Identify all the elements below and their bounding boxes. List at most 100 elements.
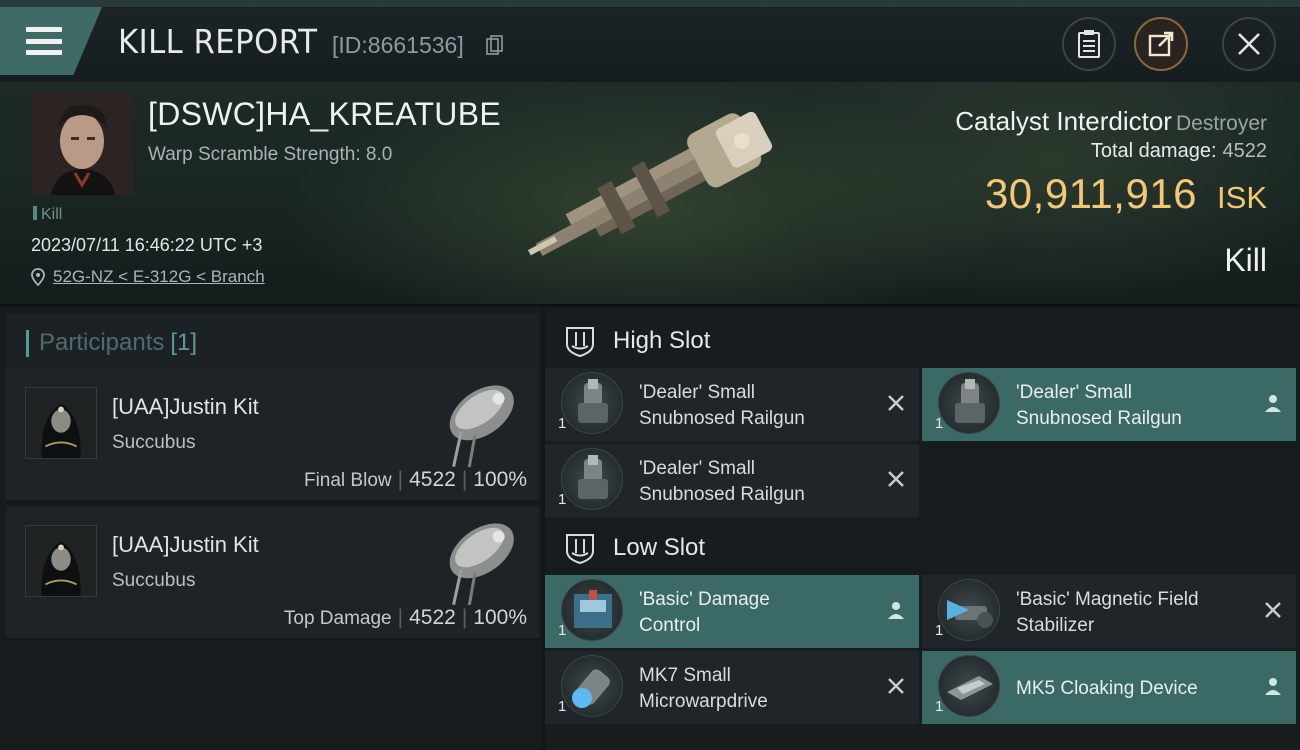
ship-class: Destroyer [1175, 112, 1267, 135]
share-icon [1148, 31, 1174, 57]
top-strip [0, 0, 1300, 7]
microwarpdrive-icon [561, 655, 623, 717]
participant-avatar [25, 387, 97, 459]
module-low-1[interactable]: 1 'Basic' Damage Control [545, 575, 919, 648]
module-quantity: 1 [935, 698, 944, 715]
participant-percent: 100% [473, 606, 527, 629]
participant-ship: Succubus [112, 432, 196, 453]
damage-control-icon [561, 579, 623, 641]
stat-separator: | [397, 468, 404, 491]
total-damage: Total damage: 4522 [1091, 140, 1267, 163]
module-name-line1: 'Basic' Magnetic Field [1016, 589, 1199, 610]
module-name-line2: Snubnosed Railgun [1016, 408, 1182, 429]
participants-label: Participants [39, 329, 165, 356]
stat-separator: | [397, 606, 404, 629]
module-name: 'Basic' Magnetic Field Stabilizer [1016, 587, 1246, 639]
fitting-panel: High Slot 1 'Dealer' Small Snubnosed Rail… [545, 308, 1300, 750]
page-title: KILL REPORT [118, 22, 318, 61]
participant-ship-image [449, 523, 514, 605]
participants-panel: Participants [1] [UAA]Justin Kit Succubus… [0, 308, 541, 750]
module-low-4[interactable]: 1 MK5 Cloaking Device [922, 651, 1296, 724]
module-quantity: 1 [558, 491, 567, 508]
module-low-3[interactable]: 1 MK7 Small Microwarpdrive [545, 651, 919, 724]
participant-card[interactable]: [UAA]Justin Kit Succubus Final Blow | 4522… [6, 368, 539, 502]
location-pin-icon [31, 268, 45, 286]
participant-damage: 4522 [409, 468, 456, 491]
railgun-icon [561, 448, 623, 510]
participant-role: Final Blow [303, 470, 392, 491]
high-slot-label: High Slot [613, 327, 711, 354]
railgun-icon [938, 372, 1000, 434]
module-name-line2: Snubnosed Railgun [639, 484, 805, 505]
module-name: MK7 Small Microwarpdrive [639, 663, 869, 715]
participants-header[interactable]: Participants [1] [6, 314, 539, 372]
participant-name[interactable]: [UAA]Justin Kit [112, 394, 259, 420]
module-name-line2: Microwarpdrive [639, 691, 768, 712]
participant-damage: 4522 [409, 606, 456, 629]
module-name-line1: 'Dealer' Small [639, 382, 756, 403]
destroyed-icon [1265, 602, 1281, 618]
clipboard-icon [1078, 30, 1100, 58]
total-damage-label: Total damage: [1090, 140, 1217, 162]
clipboard-button[interactable] [1062, 17, 1116, 71]
dropped-person-icon [1265, 678, 1281, 695]
module-high-3[interactable]: 1 'Dealer' Small Snubnosed Railgun [545, 444, 919, 517]
menu-button[interactable] [0, 7, 102, 75]
module-high-2[interactable]: 1 'Dealer' Small Snubnosed Railgun [922, 368, 1296, 441]
share-button[interactable] [1134, 17, 1188, 71]
destroyed-icon [888, 678, 904, 694]
module-name-line1: 'Basic' Damage [639, 589, 770, 610]
victim-portrait[interactable] [31, 93, 133, 195]
dropped-person-icon [1265, 395, 1281, 412]
victim-ship[interactable]: Catalyst Interdictor Destroyer [955, 106, 1267, 137]
module-name: 'Dealer' Small Snubnosed Railgun [1016, 380, 1246, 432]
hamburger-icon [26, 27, 62, 55]
module-name-line2: Control [639, 615, 701, 636]
victim-avatar [31, 93, 133, 195]
module-name: 'Dealer' Small Snubnosed Railgun [639, 456, 869, 508]
high-slot-icon [566, 327, 594, 358]
module-name-line2: Stabilizer [1016, 615, 1095, 636]
module-name-line1: 'Dealer' Small [639, 458, 756, 479]
participant-card[interactable]: [UAA]Justin Kit Succubus Top Damage | 4522… [6, 506, 539, 640]
module-quantity: 1 [558, 622, 567, 639]
total-damage-value: 4522 [1222, 140, 1268, 162]
isk-amount: 30,911,916 [984, 170, 1198, 217]
victim-hero: [DSWC]HA_KREATUBE Warp Scramble Strength… [0, 82, 1300, 306]
module-high-1[interactable]: 1 'Dealer' Small Snubnosed Railgun [545, 368, 919, 441]
kill-location[interactable]: 52G-NZ < E-312G < Branch [31, 267, 265, 287]
module-low-2[interactable]: 1 'Basic' Magnetic Field Stabilizer [922, 575, 1296, 648]
isk-currency: ISK [1217, 180, 1267, 215]
destroyed-icon [888, 471, 904, 487]
dropped-person-icon [888, 602, 904, 619]
module-quantity: 1 [558, 415, 567, 432]
location-link[interactable]: 52G-NZ < E-312G < Branch [53, 267, 265, 287]
stat-separator: | [461, 468, 468, 491]
module-name: 'Dealer' Small Snubnosed Railgun [639, 380, 869, 432]
victim-name[interactable]: [DSWC]HA_KREATUBE [148, 96, 501, 133]
kill-result: Kill [1224, 242, 1267, 278]
module-quantity: 1 [935, 622, 944, 639]
participant-ship: Succubus [112, 570, 196, 591]
victim-ship-image [527, 112, 773, 256]
warp-scramble-strength: Warp Scramble Strength: 8.0 [148, 144, 393, 165]
participant-percent: 100% [473, 468, 527, 491]
low-slot-header: Low Slot [545, 519, 1300, 577]
kill-tag: Kill [33, 206, 62, 224]
module-name: MK5 Cloaking Device [1016, 678, 1198, 699]
module-quantity: 1 [558, 698, 567, 715]
top-bar: KILL REPORT [ID:8661536] [0, 0, 1300, 82]
report-id: [ID:8661536] [332, 32, 464, 58]
module-name-line1: MK7 Small [639, 665, 731, 686]
kill-datetime: 2023/07/11 16:46:22 UTC +3 [31, 235, 263, 255]
low-slot-label: Low Slot [613, 534, 706, 561]
railgun-icon [561, 372, 623, 434]
module-name-line2: Snubnosed Railgun [639, 408, 805, 429]
module-name: 'Basic' Damage Control [639, 587, 869, 639]
ship-name: Catalyst Interdictor [955, 106, 1172, 136]
copy-icon[interactable] [486, 35, 504, 55]
participant-stats: Final Blow | 4522 | 100% [304, 468, 527, 492]
participant-name[interactable]: [UAA]Justin Kit [112, 532, 259, 558]
close-button[interactable] [1222, 17, 1276, 71]
stat-separator: | [461, 606, 468, 629]
